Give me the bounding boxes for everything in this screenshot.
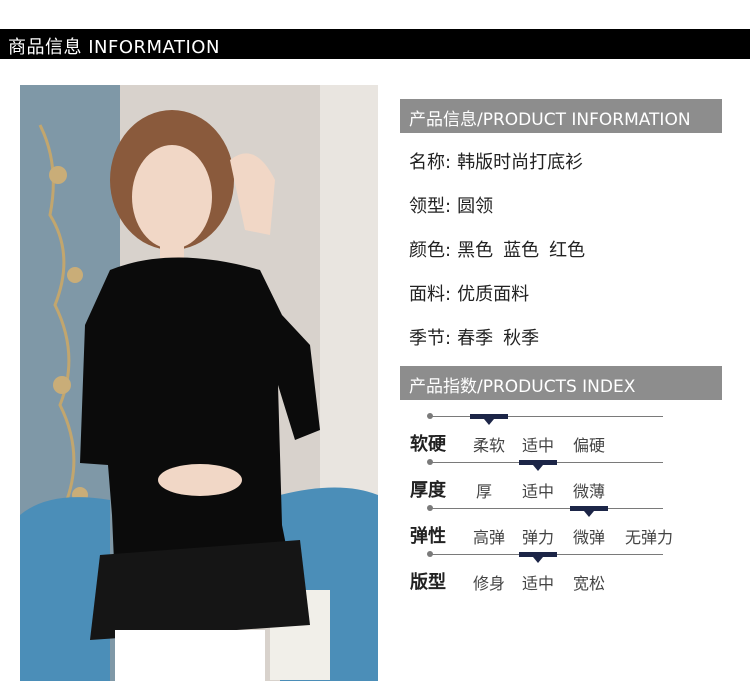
scale-marker xyxy=(519,460,557,471)
info-row-name: 名称: 韩版时尚打底衫 xyxy=(409,148,593,174)
info-label: 颜色: xyxy=(409,240,452,261)
index-scale-fit: 版型 修身 适中 宽松 xyxy=(400,541,710,601)
info-value: 春季 xyxy=(457,328,494,349)
info-value: 黑色 xyxy=(457,240,494,261)
info-label: 季节: xyxy=(409,328,452,349)
info-value: 蓝色 xyxy=(503,240,540,261)
info-value: 圆领 xyxy=(457,196,494,217)
info-label: 名称: xyxy=(409,152,452,173)
scale-option: 适中 xyxy=(522,574,555,593)
scale-marker xyxy=(519,552,557,563)
info-row-collar: 领型: 圆领 xyxy=(409,192,503,218)
info-label: 领型: xyxy=(409,196,452,217)
scale-marker xyxy=(570,506,608,517)
scale-line xyxy=(430,416,663,417)
products-index-header-text: 产品指数/PRODUCTS INDEX xyxy=(409,377,636,397)
top-banner: 商品信息 INFORMATION xyxy=(0,29,750,59)
info-label: 面料: xyxy=(409,284,452,305)
scale-option: 宽松 xyxy=(573,574,606,593)
info-row-color: 颜色: 黑色 蓝色 红色 xyxy=(409,236,595,262)
product-photo xyxy=(20,85,378,681)
info-value: 红色 xyxy=(549,240,586,261)
scale-option: 修身 xyxy=(473,574,506,593)
scale-line xyxy=(430,508,663,509)
product-info-header: 产品信息/PRODUCT INFORMATION xyxy=(400,99,722,133)
info-value: 优质面料 xyxy=(457,284,530,305)
scale-label: 版型 xyxy=(410,572,446,593)
info-row-season: 季节: 春季 秋季 xyxy=(409,324,549,350)
info-row-fabric: 面料: 优质面料 xyxy=(409,280,539,306)
info-value: 秋季 xyxy=(503,328,540,349)
scale-marker xyxy=(470,414,508,425)
product-info-header-text: 产品信息/PRODUCT INFORMATION xyxy=(409,110,691,130)
banner-title: 商品信息 INFORMATION xyxy=(8,37,220,58)
info-value: 韩版时尚打底衫 xyxy=(457,152,584,173)
products-index-header: 产品指数/PRODUCTS INDEX xyxy=(400,366,722,400)
